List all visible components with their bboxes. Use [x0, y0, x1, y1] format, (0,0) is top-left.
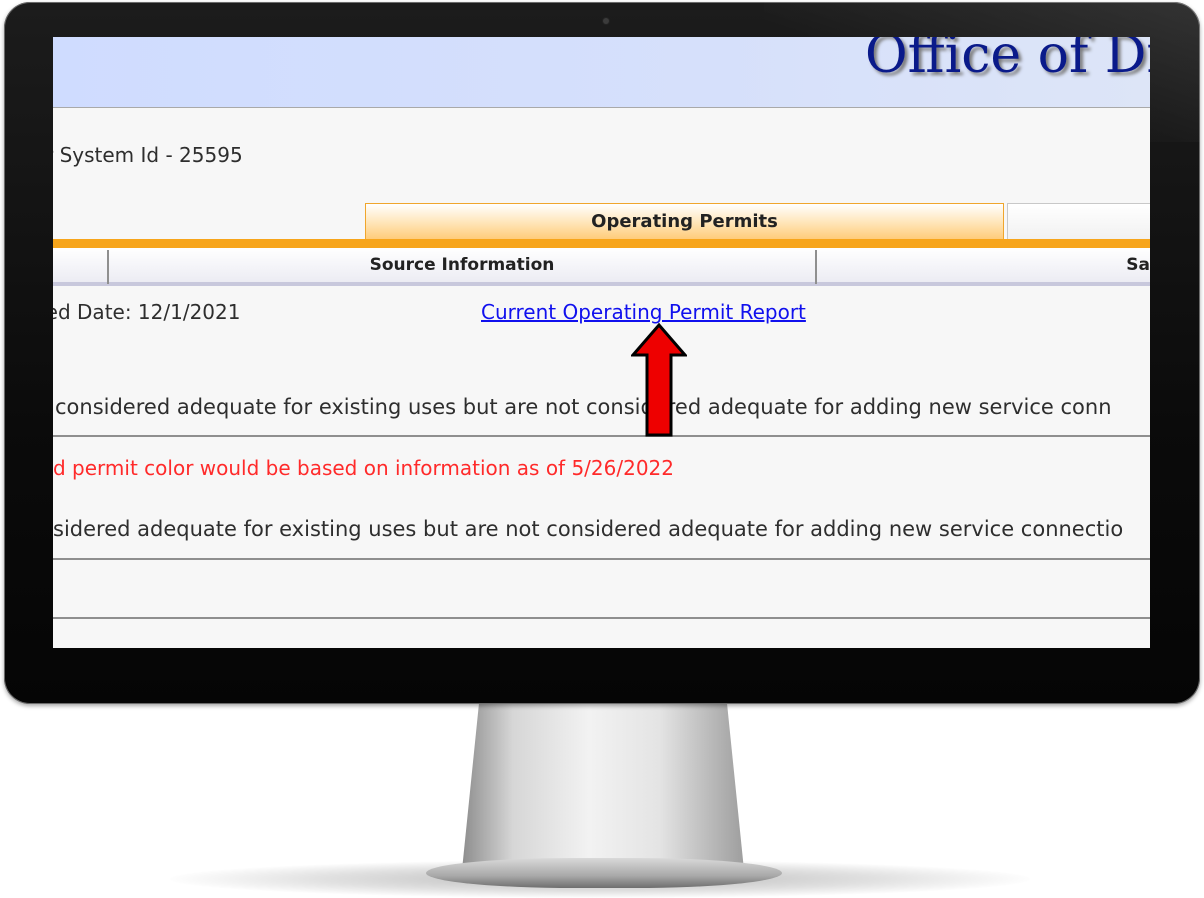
divider	[53, 435, 1150, 437]
monitor-screen: Office of Dr r System Id - 25595 Operati…	[53, 37, 1150, 648]
divider	[53, 617, 1150, 619]
tab-next[interactable]	[1007, 203, 1150, 239]
issued-date-text: ued Date: 12/1/2021	[53, 300, 241, 324]
monitor-stand-base	[426, 858, 782, 888]
stage: Office of Dr r System Id - 25595 Operati…	[0, 0, 1204, 898]
subtab-next-partial[interactable]: Sa	[817, 248, 1150, 282]
webcam-icon	[603, 18, 609, 24]
current-operating-permit-report-link[interactable]: Current Operating Permit Report	[481, 300, 806, 324]
tab-bar-underline	[53, 239, 1150, 248]
divider	[53, 558, 1150, 560]
monitor-stand-neck	[462, 704, 744, 870]
tab-operating-permits-label: Operating Permits	[591, 211, 778, 232]
header-title: Office of Dr	[865, 37, 1150, 85]
adequacy-text-1: considered adequate for existing uses bu…	[55, 395, 1112, 419]
adequacy-text-2: sidered adequate for existing uses but a…	[53, 517, 1124, 541]
system-id-label: r System Id - 25595	[53, 143, 243, 167]
subtab-source-information[interactable]: Source Information	[109, 248, 815, 282]
permit-color-note: d permit color would be based on informa…	[53, 456, 675, 480]
subtab-row: Source Information Sa	[53, 248, 1150, 286]
tab-operating-permits[interactable]: Operating Permits	[365, 203, 1004, 239]
header-banner: Office of Dr	[53, 37, 1150, 108]
red-arrow-annotation-icon	[631, 323, 687, 437]
